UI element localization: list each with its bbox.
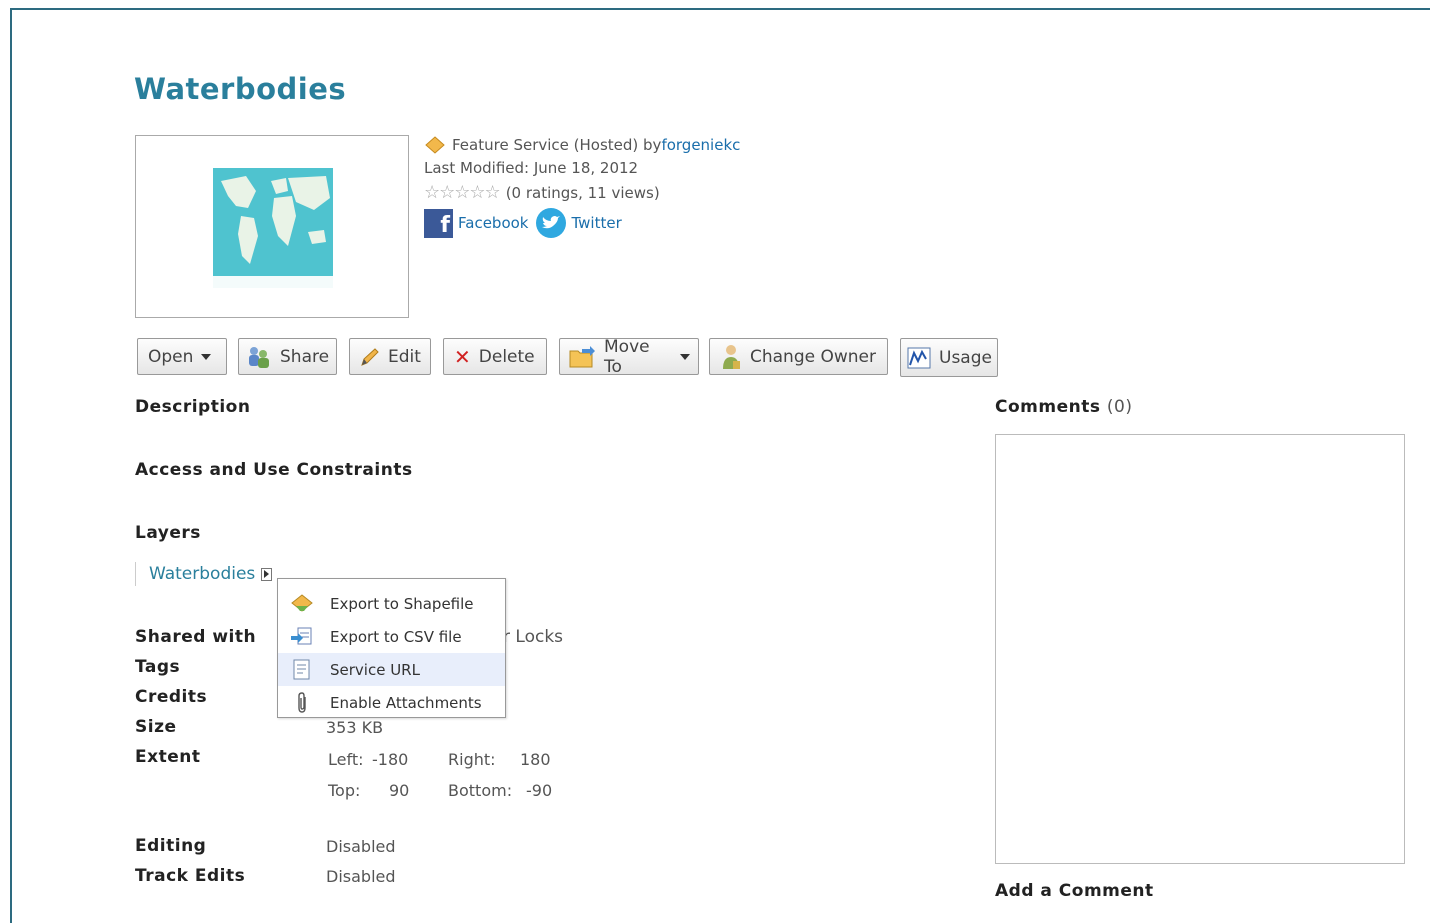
move-to-button[interactable]: Move To — [559, 336, 699, 377]
chevron-down-icon — [680, 353, 690, 360]
chevron-down-icon — [201, 353, 212, 360]
comments-count: (0) — [1106, 397, 1133, 417]
page-title: Waterbodies — [134, 72, 347, 106]
pencil-icon — [360, 347, 380, 367]
comments-title: Comments — [995, 397, 1101, 417]
layer-context-menu: Export to Shapefile Export to CSV file S… — [277, 578, 506, 718]
user-icon — [720, 343, 742, 371]
menu-item-label: Enable Attachments — [330, 693, 482, 712]
menu-item-label: Export to Shapefile — [330, 594, 474, 613]
menu-item-label: Export to CSV file — [330, 627, 462, 646]
move-to-label: Move To — [604, 336, 650, 377]
editing-label: Editing — [135, 836, 207, 856]
document-icon — [290, 659, 314, 681]
layer-link[interactable]: Waterbodies — [149, 564, 255, 584]
credits-label: Credits — [135, 687, 208, 707]
extent-right-value: 180 — [520, 750, 551, 769]
tags-label: Tags — [135, 657, 181, 677]
track-edits-value: Disabled — [326, 867, 396, 886]
edit-button[interactable]: Edit — [349, 338, 431, 375]
open-label: Open — [148, 346, 194, 367]
extent-left-label: Left: — [328, 750, 364, 769]
delete-icon: ✕ — [454, 344, 471, 369]
add-comment-heading: Add a Comment — [995, 881, 1154, 901]
menu-item-export-shapefile[interactable]: Export to Shapefile — [278, 587, 505, 620]
feature-service-icon — [425, 135, 445, 154]
open-button[interactable]: Open — [137, 338, 227, 375]
comments-box — [995, 434, 1405, 864]
usage-label: Usage — [939, 347, 992, 368]
delete-label: Delete — [478, 346, 535, 367]
extent-right-label: Right: — [448, 750, 496, 769]
layer-list: Waterbodies — [135, 562, 273, 586]
usage-button[interactable]: Usage — [900, 338, 998, 377]
change-owner-button[interactable]: Change Owner — [709, 338, 888, 375]
editing-value: Disabled — [326, 837, 396, 856]
extent-bottom-value: -90 — [526, 781, 553, 800]
item-meta: Feature Service (Hosted) by forgeniekc L… — [424, 133, 740, 240]
extent-label: Extent — [135, 747, 201, 767]
menu-item-service-url[interactable]: Service URL — [278, 653, 505, 686]
folder-move-icon — [568, 345, 596, 369]
size-value: 353 KB — [326, 718, 384, 737]
menu-item-export-csv[interactable]: Export to CSV file — [278, 620, 505, 653]
csv-icon — [290, 626, 314, 648]
size-label: Size — [135, 717, 177, 737]
menu-item-enable-attachments[interactable]: Enable Attachments — [278, 686, 505, 719]
chart-icon — [907, 347, 931, 369]
shared-with-label: Shared with — [135, 627, 257, 647]
layers-heading: Layers — [135, 523, 201, 543]
comments-heading: Comments (0) — [995, 397, 1132, 417]
item-type: Feature Service (Hosted) by — [452, 135, 662, 154]
menu-item-label: Service URL — [330, 660, 420, 679]
share-button[interactable]: Share — [238, 338, 337, 375]
rating-summary: (0 ratings, 11 views) — [505, 183, 660, 202]
item-thumbnail — [135, 135, 409, 318]
track-edits-label: Track Edits — [135, 866, 246, 886]
description-heading: Description — [135, 397, 251, 417]
shapefile-icon — [290, 593, 314, 615]
last-modified: Last Modified: June 18, 2012 — [424, 158, 639, 177]
twitter-link[interactable]: Twitter — [571, 214, 621, 232]
extent-left-value: -180 — [372, 750, 409, 769]
owner-link[interactable]: forgeniekc — [661, 136, 740, 154]
layer-menu-arrow-icon[interactable] — [261, 567, 273, 581]
share-icon — [246, 344, 272, 370]
access-heading: Access and Use Constraints — [135, 460, 413, 480]
rating-stars[interactable]: ☆☆☆☆☆ — [424, 182, 501, 203]
extent-bottom-label: Bottom: — [448, 781, 513, 800]
shared-with-value[interactable]: r Locks — [503, 627, 563, 647]
change-owner-label: Change Owner — [750, 346, 876, 367]
paperclip-icon — [290, 691, 314, 714]
extent-top-value: 90 — [389, 781, 410, 800]
twitter-icon[interactable] — [536, 208, 567, 238]
share-label: Share — [280, 346, 330, 367]
facebook-icon[interactable]: f — [424, 208, 453, 238]
facebook-link[interactable]: Facebook — [458, 214, 528, 232]
delete-button[interactable]: ✕ Delete — [443, 338, 547, 375]
edit-label: Edit — [388, 346, 421, 367]
extent-top-label: Top: — [328, 781, 361, 800]
